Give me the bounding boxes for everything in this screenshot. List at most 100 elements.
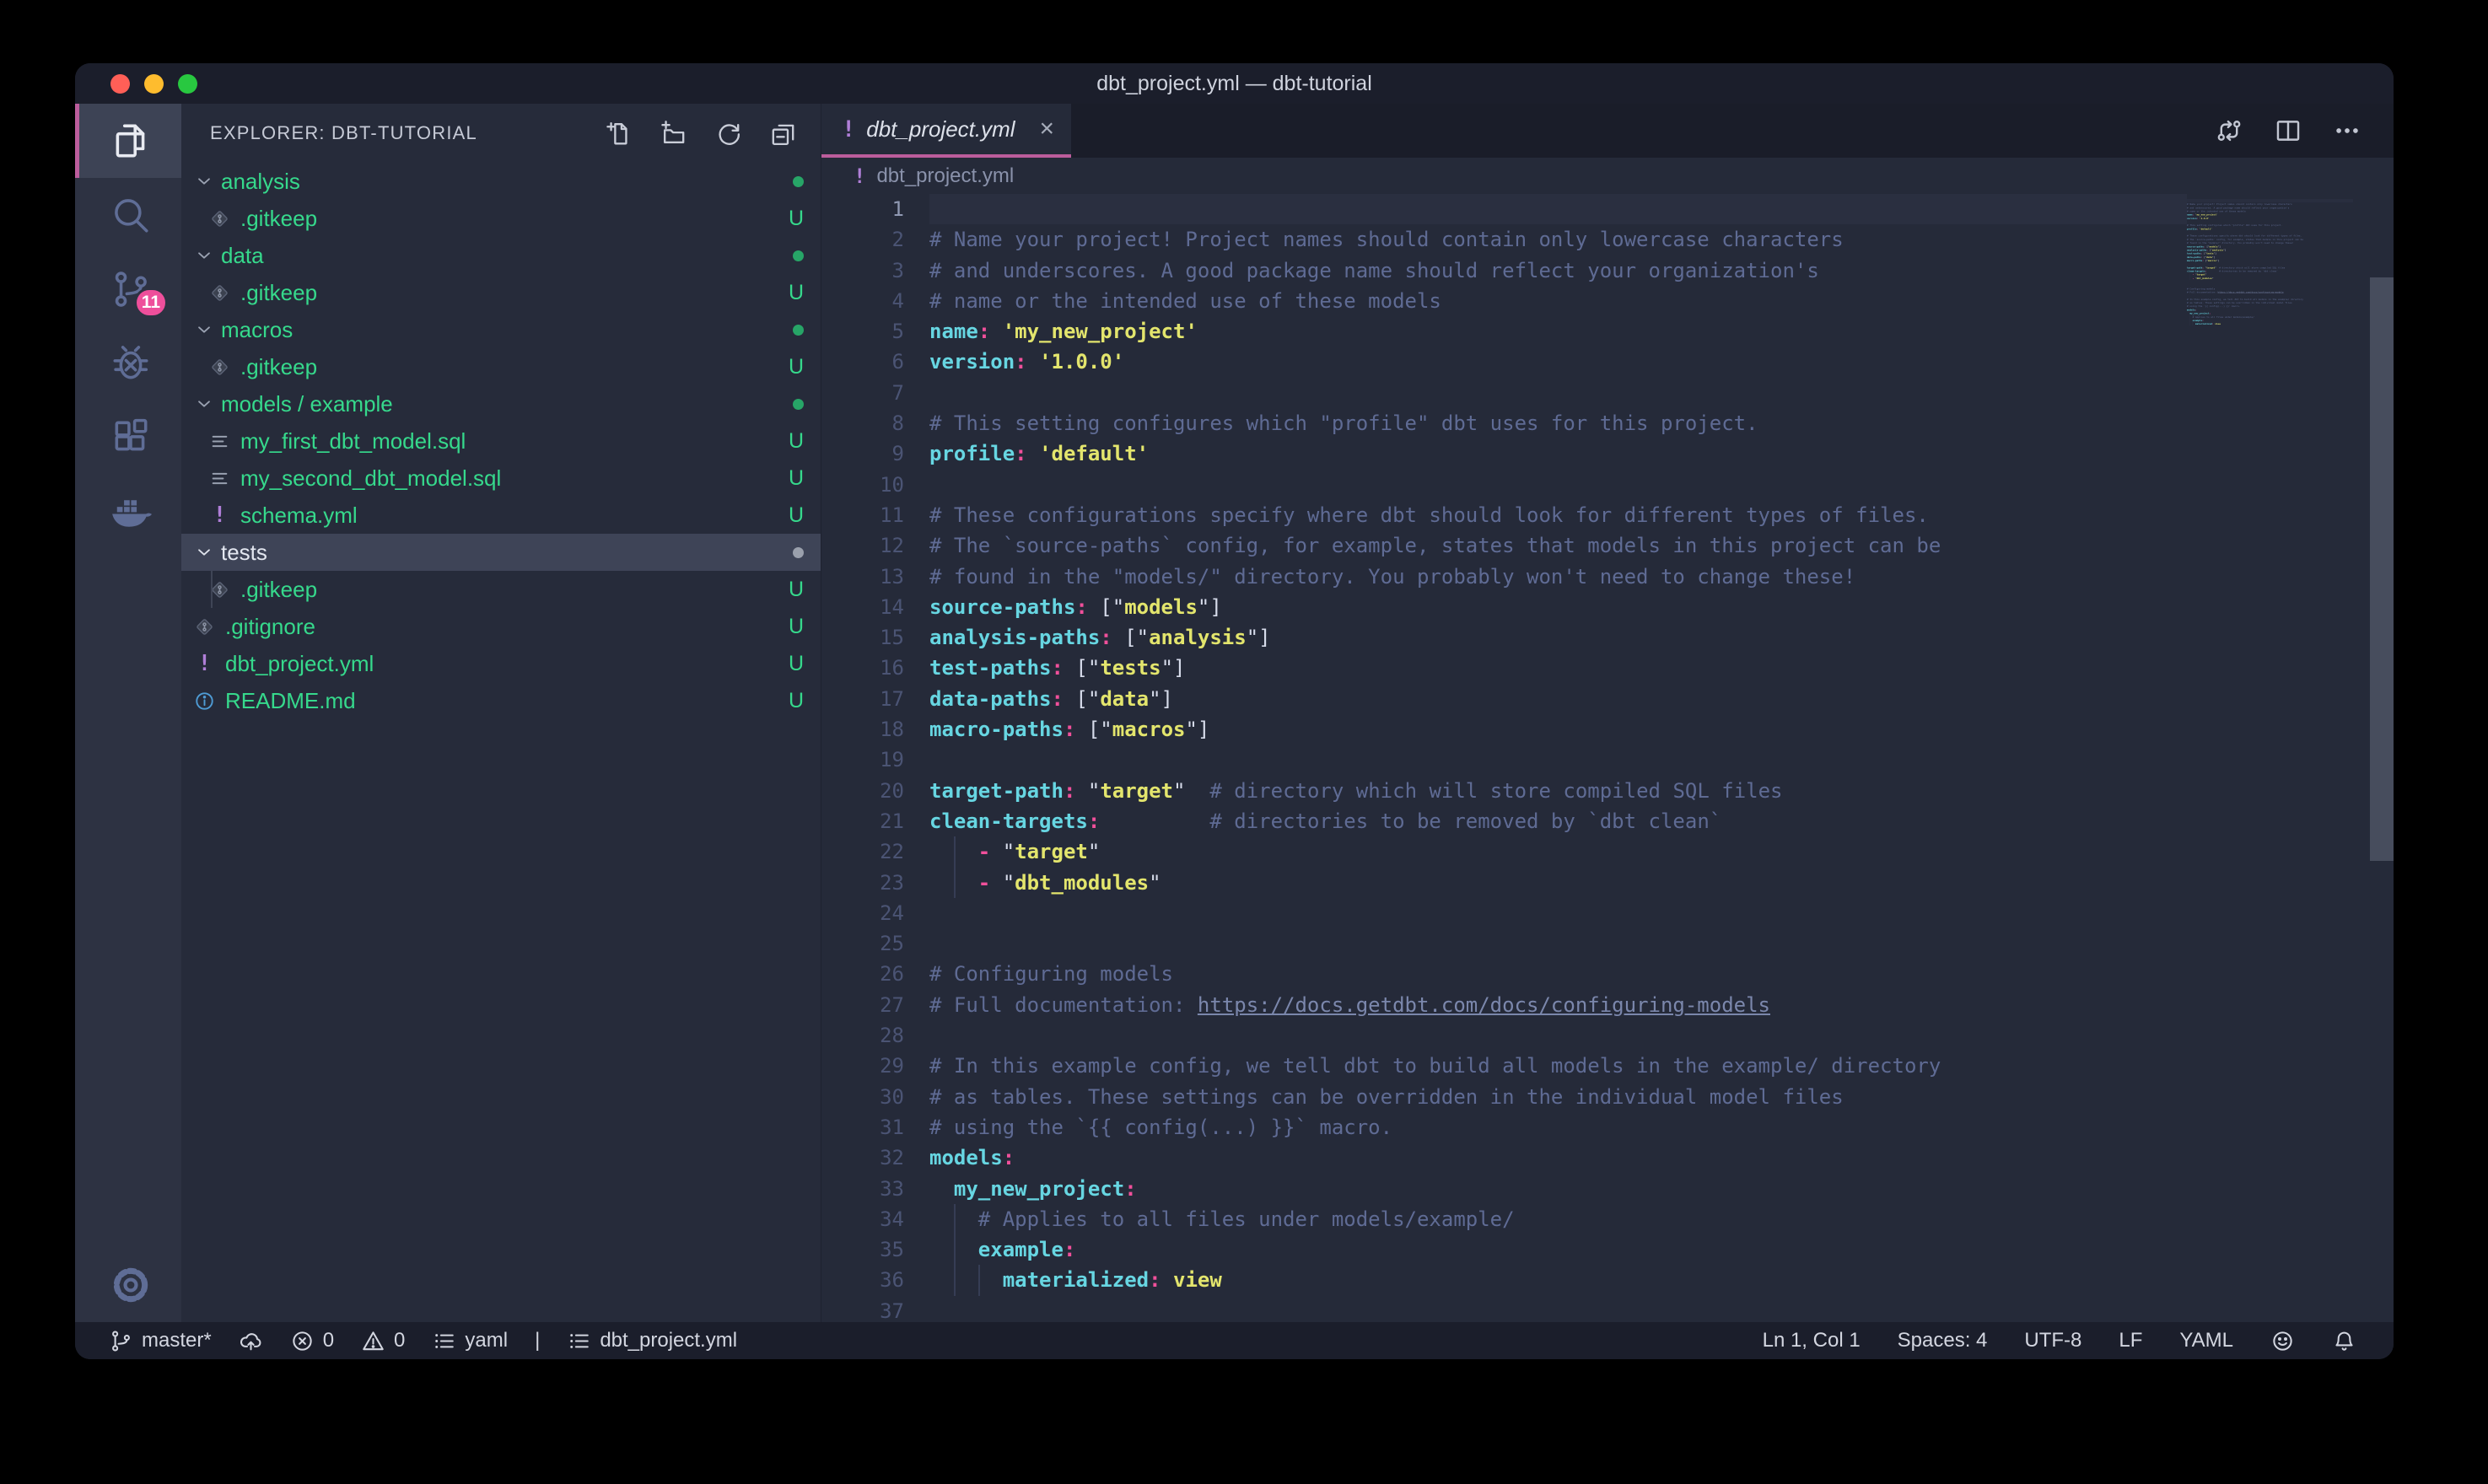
tree-item-my-second-dbt-model-sql[interactable]: my_second_dbt_model.sqlU	[181, 460, 821, 497]
git-untracked-badge: U	[789, 207, 804, 231]
git-untracked-badge: U	[789, 652, 804, 676]
folder-modified-dot	[793, 547, 804, 558]
status-git-branch[interactable]: master*	[109, 1329, 212, 1353]
tree-item-label: my_first_dbt_model.sql	[240, 428, 466, 454]
code-text[interactable]: # Name your project! Project names shoul…	[929, 194, 2187, 1322]
tree-item-models-example[interactable]: models / example	[181, 385, 821, 422]
status--: |	[535, 1329, 540, 1352]
activity-source-control-icon[interactable]: 11	[75, 252, 181, 326]
code-line	[929, 470, 2187, 500]
title-bar: dbt_project.yml — dbt-tutorial	[75, 63, 2394, 104]
chevron-down-icon	[193, 319, 215, 341]
tree-item-label: .gitkeep	[240, 354, 317, 380]
close-tab-icon[interactable]: ×	[1039, 116, 1054, 142]
breadcrumb[interactable]: ! dbt_project.yml	[821, 158, 2394, 194]
zoom-button[interactable]	[178, 74, 197, 94]
tree-item-macros[interactable]: macros	[181, 311, 821, 348]
status-bar-right: Ln 1, Col 1 Spaces: 4 UTF-8 LF YAML	[1763, 1329, 2356, 1353]
tree-item-label: .gitkeep	[240, 206, 317, 232]
tree-item-label: README.md	[225, 688, 356, 714]
split-editor-icon[interactable]	[2274, 116, 2302, 145]
tree-item-readme-md[interactable]: README.mdU	[181, 682, 821, 719]
code-line	[929, 194, 2187, 224]
tree-item--gitkeep[interactable]: .gitkeepU	[181, 571, 821, 608]
status-list[interactable]: dbt_project.yml	[567, 1329, 737, 1353]
tab-dbt-project-yml[interactable]: ! dbt_project.yml ×	[821, 104, 1071, 158]
tree-item--gitkeep[interactable]: .gitkeepU	[181, 274, 821, 311]
status-bar-left: master* 0 0 yaml | dbt_project.yml	[109, 1329, 737, 1353]
git-untracked-badge: U	[789, 355, 804, 379]
activity-settings-gear-icon[interactable]	[75, 1248, 181, 1322]
status-ln-1-col-1[interactable]: Ln 1, Col 1	[1763, 1329, 1861, 1352]
status-cloud-upload[interactable]	[239, 1329, 263, 1353]
tree-item-label: dbt_project.yml	[225, 651, 374, 677]
tree-item--gitkeep[interactable]: .gitkeep U	[181, 348, 821, 385]
breadcrumb-item-file[interactable]: dbt_project.yml	[876, 164, 1014, 188]
tree-item--gitignore[interactable]: .gitignoreU	[181, 608, 821, 645]
tree-item-analysis[interactable]: analysis	[181, 163, 821, 200]
activity-run-debug-icon[interactable]	[75, 326, 181, 401]
collapse-all-icon[interactable]	[769, 120, 797, 148]
source-control-badge: 11	[134, 288, 168, 318]
status-smiley[interactable]	[2270, 1329, 2295, 1353]
status-yaml[interactable]: YAML	[2179, 1329, 2233, 1352]
tree-item-dbt-project-yml[interactable]: !dbt_project.ymlU	[181, 645, 821, 682]
indent-guide	[954, 836, 956, 867]
new-folder-icon[interactable]	[660, 120, 687, 148]
code-line	[929, 745, 2187, 775]
error-icon	[290, 1329, 315, 1353]
traffic-lights	[110, 63, 197, 104]
status-label: dbt_project.yml	[600, 1329, 737, 1352]
status-bar: master* 0 0 yaml | dbt_project.yml Ln 1, Col …	[75, 1322, 2394, 1359]
status-spaces-4[interactable]: Spaces: 4	[1898, 1329, 1988, 1352]
folder-modified-dot	[793, 399, 804, 410]
explorer-sidebar: EXPLORER: DBT-TUTORIAL analysis .gitkeep U…	[181, 104, 821, 1322]
folder-modified-dot	[793, 176, 804, 187]
status-warning[interactable]: 0	[361, 1329, 405, 1353]
new-file-icon[interactable]	[605, 120, 633, 148]
info-icon	[193, 690, 216, 712]
code-line: data-paths: ["data"]	[929, 684, 2187, 714]
git-icon	[208, 282, 231, 304]
tree-item--gitkeep[interactable]: .gitkeep U	[181, 200, 821, 237]
tree-item-tests[interactable]: tests	[181, 534, 821, 571]
open-changes-icon[interactable]	[2215, 116, 2243, 145]
indent-guide	[954, 1234, 956, 1265]
vscode-window: dbt_project.yml — dbt-tutorial 11 EXPLOR…	[75, 63, 2394, 1359]
status-lf[interactable]: LF	[2119, 1329, 2142, 1352]
explorer-toolbar	[605, 120, 797, 148]
activity-search-icon[interactable]	[75, 178, 181, 252]
tab-label: dbt_project.yml	[866, 116, 1015, 142]
tree-item-label: .gitkeep	[240, 280, 317, 306]
tree-item-my-first-dbt-model-sql[interactable]: my_first_dbt_model.sqlU	[181, 422, 821, 460]
vertical-scrollbar[interactable]	[2370, 277, 2394, 861]
code-line: example:	[929, 1234, 2187, 1265]
git-icon	[193, 616, 216, 638]
status-list[interactable]: yaml	[432, 1329, 508, 1353]
activity-files-icon[interactable]	[75, 104, 181, 178]
ellipsis-icon[interactable]	[2333, 116, 2361, 145]
sql-file-icon	[208, 430, 231, 453]
refresh-icon[interactable]	[714, 120, 742, 148]
minimap[interactable]: # Name your project! Project names shoul…	[2187, 199, 2353, 1322]
tree-item-data[interactable]: data	[181, 237, 821, 274]
status-bell[interactable]	[2332, 1329, 2356, 1353]
code-area[interactable]: 1234567891011121314151617181920212223242…	[821, 194, 2394, 1322]
activity-docker-icon[interactable]	[75, 475, 181, 549]
close-button[interactable]	[110, 74, 130, 94]
code-line: # Full documentation: https://docs.getdb…	[929, 990, 2187, 1020]
activity-extensions-icon[interactable]	[75, 401, 181, 475]
code-line: - "dbt_modules"	[929, 868, 2187, 898]
tree-item-label: schema.yml	[240, 503, 358, 529]
minimize-button[interactable]	[144, 74, 164, 94]
tree-item-schema-yml[interactable]: !schema.ymlU	[181, 497, 821, 534]
status-utf-8[interactable]: UTF-8	[2024, 1329, 2081, 1352]
warning-icon	[361, 1329, 385, 1353]
window-title: dbt_project.yml — dbt-tutorial	[1096, 72, 1372, 96]
status-error[interactable]: 0	[290, 1329, 334, 1353]
explorer-header: EXPLORER: DBT-TUTORIAL	[181, 104, 821, 163]
code-line: name: 'my_new_project'	[929, 316, 2187, 347]
git-branch-icon	[109, 1329, 133, 1353]
list-icon	[432, 1329, 456, 1353]
status-label: UTF-8	[2024, 1329, 2081, 1352]
